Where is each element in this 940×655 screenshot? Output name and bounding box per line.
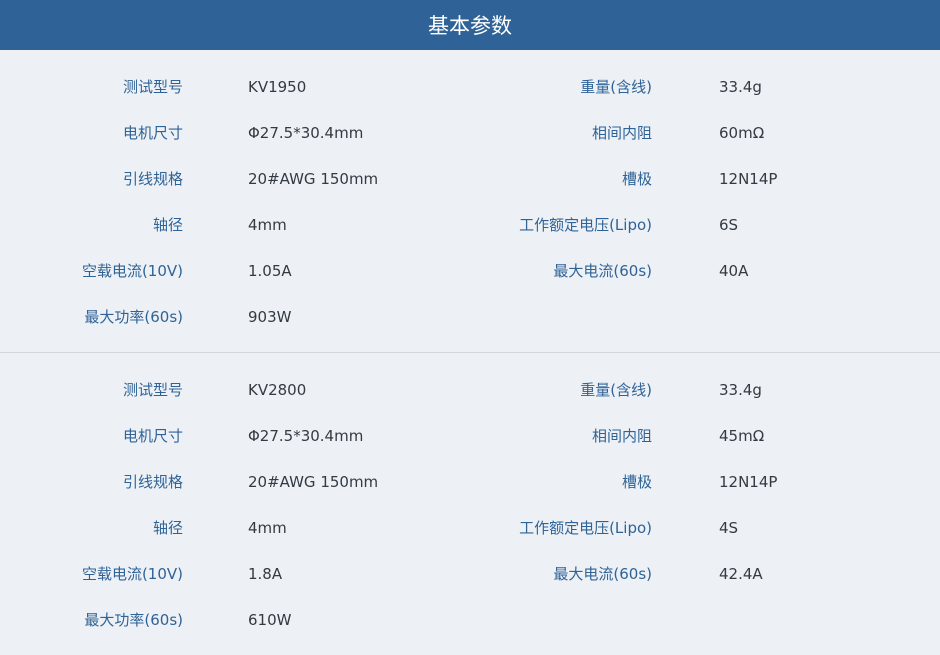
spec-label: 最大电流(60s) bbox=[553, 565, 652, 583]
spec-row: 电机尺寸 Φ27.5*30.4mm 相间内阻 60mΩ bbox=[0, 110, 940, 156]
spec-section-1: 测试型号 KV1950 重量(含线) 33.4g 电机尺寸 Φ27.5*30.4… bbox=[0, 50, 940, 352]
spec-value: 903W bbox=[248, 308, 292, 326]
spec-label: 相间内阻 bbox=[591, 124, 652, 142]
spec-row: 空载电流(10V) 1.8A 最大电流(60s) 42.4A bbox=[0, 551, 940, 597]
spec-value: 45mΩ bbox=[719, 427, 765, 445]
spec-label: 电机尺寸 bbox=[122, 427, 183, 445]
spec-label: 轴径 bbox=[152, 519, 183, 537]
spec-row: 轴径 4mm 工作额定电压(Lipo) 4S bbox=[0, 505, 940, 551]
spec-row: 测试型号 KV2800 重量(含线) 33.4g bbox=[0, 367, 940, 413]
spec-section-2: 测试型号 KV2800 重量(含线) 33.4g 电机尺寸 Φ27.5*30.4… bbox=[0, 352, 940, 655]
spec-value: 6S bbox=[719, 216, 739, 234]
spec-value: 610W bbox=[248, 611, 292, 629]
spec-value: 42.4A bbox=[719, 565, 763, 583]
spec-value: 4S bbox=[719, 519, 739, 537]
spec-label: 测试型号 bbox=[122, 381, 183, 399]
spec-value: Φ27.5*30.4mm bbox=[248, 124, 364, 142]
spec-label: 引线规格 bbox=[122, 170, 183, 188]
spec-value: 4mm bbox=[248, 216, 287, 234]
spec-value: KV2800 bbox=[248, 381, 307, 399]
spec-label: 槽极 bbox=[621, 473, 652, 491]
spec-label: 最大功率(60s) bbox=[84, 611, 183, 629]
spec-label: 工作额定电压(Lipo) bbox=[519, 216, 652, 234]
spec-value: 20#AWG 150mm bbox=[248, 473, 379, 491]
spec-value: 12N14P bbox=[719, 170, 778, 188]
spec-label: 电机尺寸 bbox=[122, 124, 183, 142]
spec-row: 轴径 4mm 工作额定电压(Lipo) 6S bbox=[0, 202, 940, 248]
spec-value: 33.4g bbox=[719, 78, 762, 96]
spec-row: 引线规格 20#AWG 150mm 槽极 12N14P bbox=[0, 459, 940, 505]
spec-value: Φ27.5*30.4mm bbox=[248, 427, 364, 445]
spec-value: KV1950 bbox=[248, 78, 307, 96]
spec-value: 20#AWG 150mm bbox=[248, 170, 379, 188]
spec-value: 1.8A bbox=[248, 565, 283, 583]
page-header: 基本参数 bbox=[0, 0, 940, 50]
spec-label: 工作额定电压(Lipo) bbox=[519, 519, 652, 537]
spec-label: 最大电流(60s) bbox=[553, 262, 652, 280]
spec-label: 重量(含线) bbox=[580, 381, 652, 399]
spec-row: 引线规格 20#AWG 150mm 槽极 12N14P bbox=[0, 156, 940, 202]
spec-row: 空载电流(10V) 1.05A 最大电流(60s) 40A bbox=[0, 248, 940, 294]
spec-value: 33.4g bbox=[719, 381, 762, 399]
spec-label: 空载电流(10V) bbox=[81, 262, 183, 280]
spec-label: 测试型号 bbox=[122, 78, 183, 96]
spec-row: 最大功率(60s) 610W bbox=[0, 597, 940, 643]
spec-value: 12N14P bbox=[719, 473, 778, 491]
spec-row: 最大功率(60s) 903W bbox=[0, 294, 940, 340]
spec-label: 空载电流(10V) bbox=[81, 565, 183, 583]
spec-label: 轴径 bbox=[152, 216, 183, 234]
spec-value: 1.05A bbox=[248, 262, 292, 280]
spec-value: 60mΩ bbox=[719, 124, 765, 142]
spec-value: 40A bbox=[719, 262, 749, 280]
spec-label: 引线规格 bbox=[122, 473, 183, 491]
spec-label: 重量(含线) bbox=[580, 78, 652, 96]
spec-label: 槽极 bbox=[621, 170, 652, 188]
spec-label: 相间内阻 bbox=[591, 427, 652, 445]
spec-value: 4mm bbox=[248, 519, 287, 537]
spec-row: 测试型号 KV1950 重量(含线) 33.4g bbox=[0, 64, 940, 110]
spec-label: 最大功率(60s) bbox=[84, 308, 183, 326]
spec-row: 电机尺寸 Φ27.5*30.4mm 相间内阻 45mΩ bbox=[0, 413, 940, 459]
header-title: 基本参数 bbox=[428, 14, 512, 38]
